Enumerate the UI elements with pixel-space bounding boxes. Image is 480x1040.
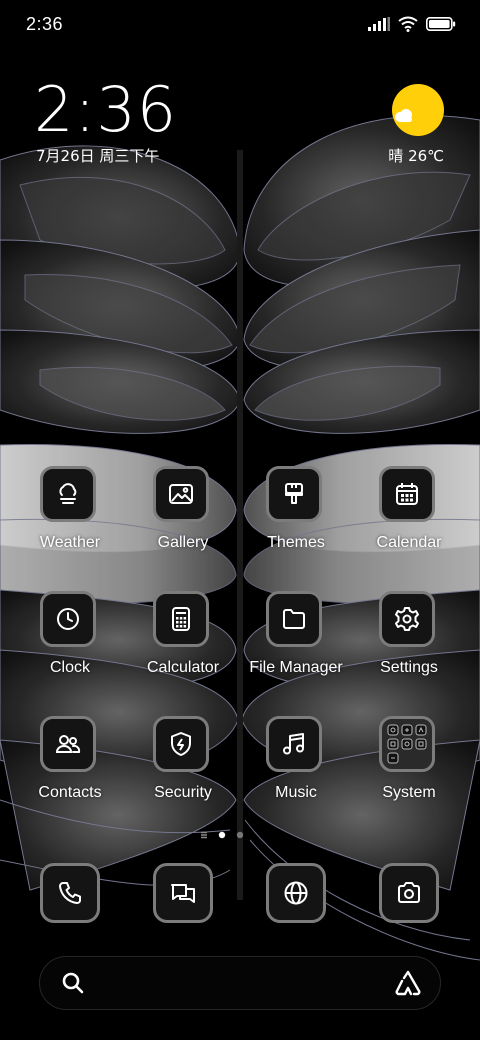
app-gallery[interactable]: Gallery [128,466,238,566]
gear-icon [379,591,435,647]
calculator-icon [153,591,209,647]
app-label: System [382,784,436,801]
clock-time: 2:36 [34,73,178,146]
status-time: 2:36 [26,14,64,34]
app-label: Themes [267,534,325,551]
app-label: Gallery [157,534,209,551]
search-bar[interactable] [39,956,441,1010]
page-indicator[interactable] [196,829,256,841]
app-file-manager[interactable]: File Manager [241,591,351,691]
weather-text: 晴 26℃ [388,147,444,165]
clock-icon [40,591,96,647]
app-label: Calculator [146,659,220,676]
system-folder-icon [379,716,435,772]
page-dot-active [218,831,226,839]
app-label: Calendar [376,534,442,551]
app-label: Settings [380,659,438,676]
wifi-icon [398,16,418,32]
app-clock[interactable]: Clock [15,591,125,691]
app-label: Contacts [38,784,102,801]
app-music[interactable]: Music [241,716,351,816]
folder-icon [266,591,322,647]
page-dot [236,831,244,839]
app-label: Clock [49,659,90,676]
shield-icon [153,716,209,772]
signal-icon [368,17,390,31]
app-label: Security [154,784,212,801]
app-system-folder[interactable]: System [354,716,464,816]
app-contacts[interactable]: Contacts [15,716,125,816]
app-calendar[interactable]: Calendar [354,466,464,566]
app-label: Music [275,784,317,801]
status-icons [368,14,456,34]
themes-icon [266,466,322,522]
app-security[interactable]: Security [128,716,238,816]
messages-icon [171,884,195,903]
app-calculator[interactable]: Calculator [128,591,238,691]
app-label: Weather [39,534,101,551]
app-settings[interactable]: Settings [354,591,464,691]
app-themes[interactable]: Themes [241,466,351,566]
contacts-icon [40,716,96,772]
battery-icon [426,17,456,31]
clock-date: 7月26日 周三下午 [36,147,160,165]
gallery-icon [153,466,209,522]
app-weather[interactable]: Weather [15,466,125,566]
calendar-icon [379,466,435,522]
weather-icon [40,466,96,522]
sun-cloud-icon [392,84,444,136]
app-label: File Manager [249,659,343,676]
phone-icon [59,882,81,904]
dock-browser[interactable] [266,863,326,923]
assistant-icon[interactable] [394,969,422,997]
dock-messages[interactable] [153,863,213,923]
music-note-icon [266,716,322,772]
search-icon[interactable] [60,970,86,996]
browser-icon [284,881,308,905]
camera-icon [398,882,420,903]
status-bar: 2:36 [0,0,480,50]
page-list-icon [201,831,207,839]
dock-camera[interactable] [379,863,439,923]
dock-phone[interactable] [40,863,100,923]
home-screen: 2:36 2:36 7月26日 周三下午 晴 26℃ Weather Galle… [0,0,480,1040]
